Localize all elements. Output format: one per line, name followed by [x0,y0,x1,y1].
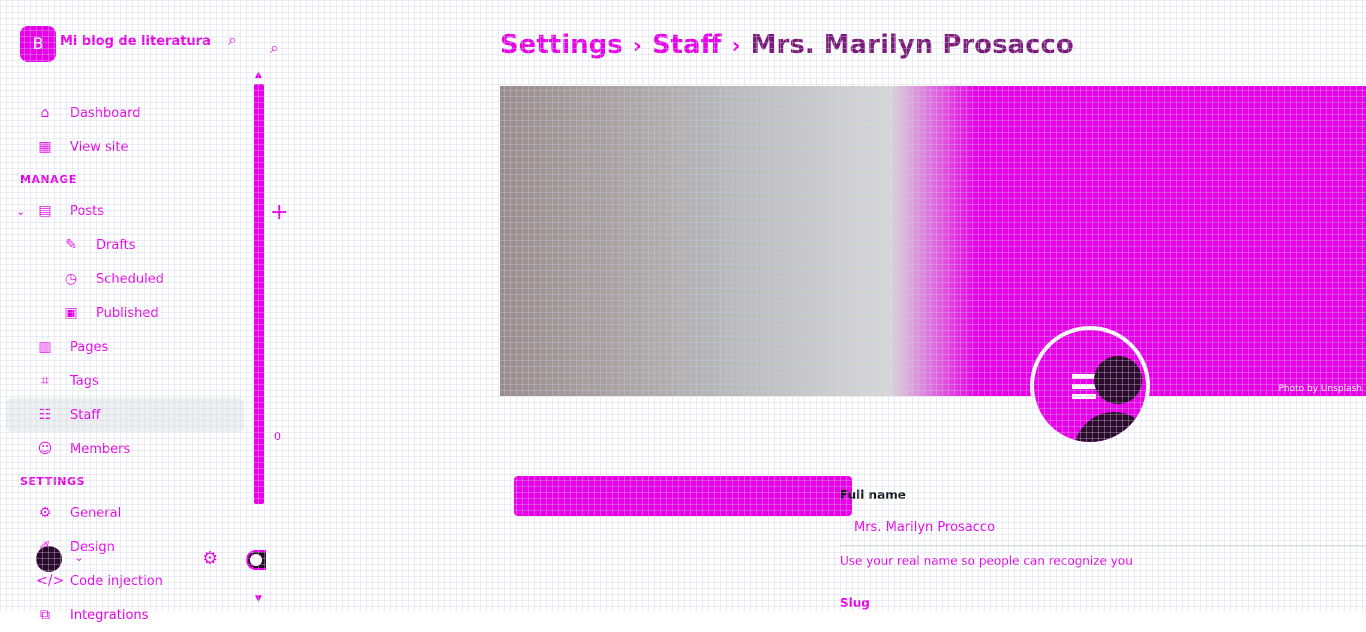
sidebar-item-label: View site [70,139,129,155]
sidebar-item-tags[interactable]: ⌗ Tags [0,364,250,398]
sidebar-item-label: Integrations [70,607,149,623]
avatar-head [1094,356,1142,404]
sidebar-item-general[interactable]: ⚙ General [0,496,250,530]
home-icon: ⌂ [40,105,50,121]
full-name-input[interactable]: Mrs. Marilyn Prosacco [840,512,1366,546]
sidebar-item-drafts[interactable]: ✎ Drafts [0,228,250,262]
sidebar-item-label: Published [96,305,159,321]
profile-avatar[interactable] [1030,326,1150,446]
secondary-panel: ⌕ + 0 [266,0,500,612]
user-avatar[interactable] [36,546,62,572]
sidebar-item-dashboard[interactable]: ⌂ Dashboard [0,96,250,130]
brand-name[interactable]: Mi blog de literatura [60,34,211,49]
scrollbar-thumb[interactable] [254,84,264,504]
breadcrumb-separator: › [731,34,741,59]
staff-icon: ☷ [38,407,52,423]
full-name-hint: Use your real name so people can recogni… [840,554,1133,568]
upload-cover-button[interactable] [514,476,852,516]
brand[interactable]: B Mi blog de literatura ⌕ [20,26,240,62]
sidebar-item-label: Members [70,441,131,457]
sidebar-item-label: Dashboard [70,105,141,121]
tag-icon: ⌗ [41,373,49,389]
layout-icon: ▦ [38,139,52,155]
count-badge: 0 [274,430,281,443]
sidebar-item-posts[interactable]: ⌄ ▤ Posts [0,194,250,228]
gear-icon[interactable]: ⚙ [202,548,218,569]
cover-caption: Photo by Unsplash [1278,384,1362,394]
avatar-body [1074,412,1146,442]
sidebar-item-pages[interactable]: ▥ Pages [0,330,250,364]
sidebar-footer: ⌄ ⚙ [20,542,286,578]
pages-icon: ▥ [38,339,52,355]
brand-logo: B [20,26,56,62]
menu-lines-icon [1072,374,1096,400]
sidebar-item-label: Pages [70,339,109,355]
breadcrumb-settings[interactable]: Settings [500,30,623,60]
sidebar-item-label: General [70,505,122,521]
chevron-down-icon[interactable]: ⌄ [74,550,84,564]
published-icon: ▣ [64,305,78,321]
sidebar-item-scheduled[interactable]: ◷ Scheduled [0,262,250,296]
sidebar-item-published[interactable]: ▣ Published [0,296,250,330]
sidebar-item-members[interactable]: ☺ Members [0,432,250,466]
breadcrumb-separator: › [632,34,642,59]
sidebar-item-staff[interactable]: ☷ Staff [6,398,244,432]
pencil-icon: ✎ [65,237,77,253]
sidebar-item-integrations[interactable]: ⧉ Integrations [0,598,250,632]
clock-icon: ◷ [64,271,78,287]
scroll-up-icon[interactable]: ▲ [255,70,262,80]
sidebar-item-label: Scheduled [96,271,164,287]
cover-image[interactable]: Photo by Unsplash [500,86,1366,396]
scroll-down-icon[interactable]: ▼ [255,594,262,604]
sidebar-item-label: Drafts [96,237,136,253]
page-title: Mrs. Marilyn Prosacco [750,30,1074,60]
settings-heading: SETTINGS [20,474,85,488]
sidebar: B Mi blog de literatura ⌕ ⌂ Dashboard ▦ … [0,0,286,623]
main-content: Settings › Staff › Mrs. Marilyn Prosacco Pho… [500,0,1366,612]
sidebar-item-view-site[interactable]: ▦ View site [0,130,250,164]
posts-icon: ▤ [38,203,52,219]
search-icon[interactable]: ⌕ [228,30,248,50]
breadcrumb: Settings › Staff › Mrs. Marilyn Prosacco [500,30,1074,60]
sidebar-scrollbar[interactable]: ▲ ▼ [252,70,266,610]
manage-heading: MANAGE [20,172,77,186]
sidebar-item-label: Posts [70,203,104,219]
gear-icon: ⚙ [38,505,52,521]
sidebar-item-label: Tags [70,373,99,389]
chevron-down-icon[interactable]: ⌄ [16,205,25,218]
full-name-label: Full name [840,488,906,502]
members-icon: ☺ [37,441,53,457]
slug-label: Slug [840,596,870,610]
breadcrumb-staff[interactable]: Staff [652,30,722,60]
add-icon[interactable]: + [270,200,288,225]
sidebar-item-label: Staff [70,407,101,423]
search-icon[interactable]: ⌕ [270,38,279,58]
integrations-icon: ⧉ [40,607,50,623]
